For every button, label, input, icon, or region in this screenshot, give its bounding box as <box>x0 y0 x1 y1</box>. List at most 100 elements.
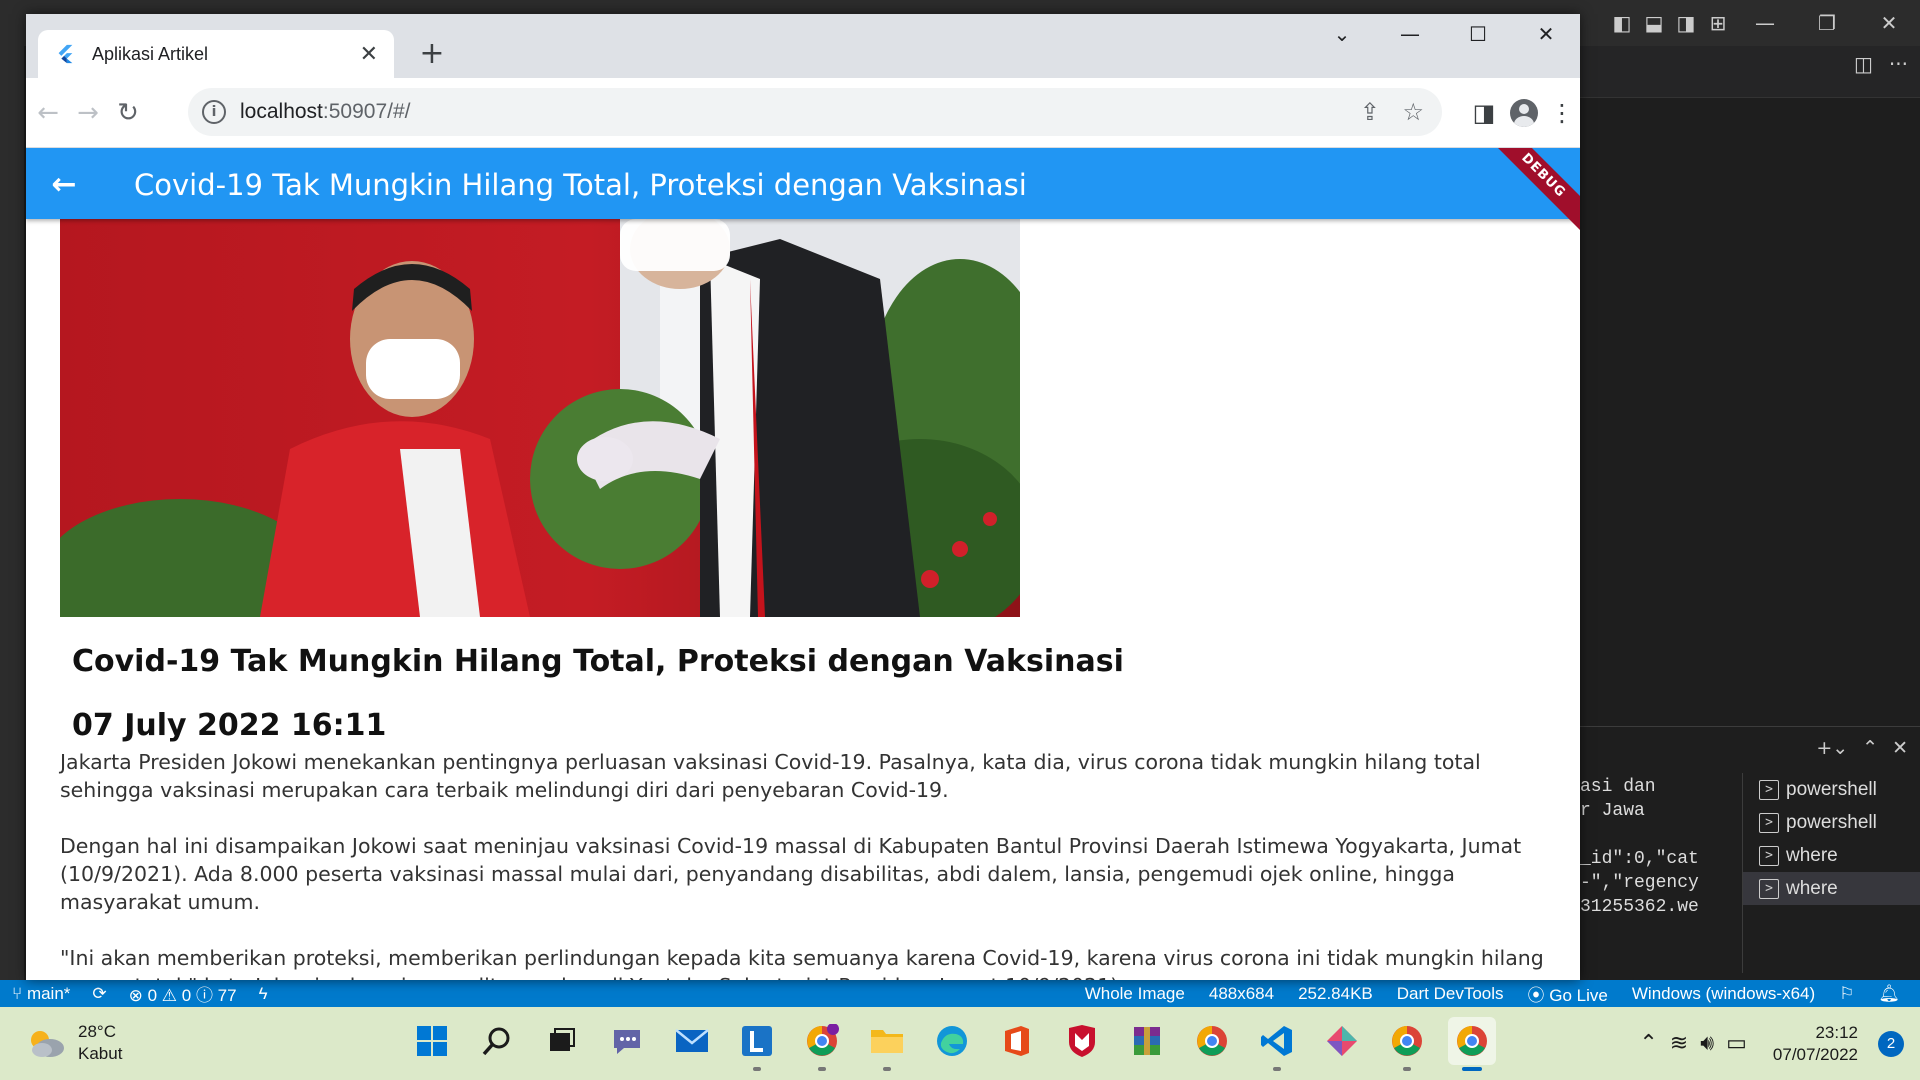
weather-condition: Kabut <box>78 1044 123 1063</box>
close-icon[interactable]: ✕ <box>1858 0 1920 46</box>
lightning-icon[interactable]: ϟ <box>259 984 268 1004</box>
layout-sidebar-icon[interactable]: ◧ <box>1606 0 1638 46</box>
layout-panel-icon[interactable]: ⬓ <box>1638 0 1670 46</box>
shield-icon <box>1069 1025 1095 1057</box>
address-bar[interactable]: i localhost:50907/#/ ⇪ ☆ <box>188 88 1442 136</box>
go-live-button[interactable]: ⦿ Go Live <box>1528 981 1608 1006</box>
problems-status[interactable]: ⊗ 0 ⚠ 0 ⓘ 77 <box>129 981 237 1006</box>
tab-search-icon[interactable]: ⌄ <box>1308 14 1376 54</box>
minimize-icon[interactable]: — <box>1734 0 1796 46</box>
terminal-line: asi dan <box>1580 777 1656 797</box>
profile-avatar-icon <box>1510 99 1538 127</box>
browser-tab[interactable]: Aplikasi Artikel ✕ <box>38 30 394 78</box>
more-actions-icon[interactable]: ··· <box>1889 52 1908 76</box>
image-size-status[interactable]: 488x684 <box>1209 984 1274 1004</box>
minimize-icon[interactable]: — <box>1376 14 1444 54</box>
reload-icon[interactable]: ↻ <box>108 93 148 133</box>
terminal-session-label: powershell <box>1786 778 1877 800</box>
terminal-line: -","regency <box>1580 873 1699 893</box>
search-button[interactable] <box>473 1017 521 1065</box>
file-explorer-app[interactable] <box>863 1017 911 1071</box>
chrome-app[interactable] <box>1188 1017 1236 1065</box>
weather-widget[interactable]: 28°C Kabut <box>26 1021 122 1065</box>
terminal-output[interactable]: asi dan r Jawa _id":0,"cat -","regency 3125… <box>1580 775 1699 919</box>
start-button[interactable] <box>408 1017 456 1065</box>
chrome-app-2[interactable] <box>1383 1017 1431 1071</box>
feedback-icon[interactable]: ⚐ <box>1839 984 1854 1004</box>
chrome-app-active[interactable] <box>1448 1017 1496 1071</box>
terminal-icon: > <box>1759 845 1779 866</box>
battery-icon[interactable]: ▭ <box>1726 1031 1747 1056</box>
back-arrow-icon[interactable]: ← <box>28 93 68 133</box>
search-icon <box>482 1027 510 1056</box>
branch-label: main* <box>26 983 71 1003</box>
chrome-app-profile[interactable] <box>798 1017 846 1071</box>
close-icon[interactable]: ✕ <box>1512 14 1580 54</box>
winrar-app[interactable] <box>1123 1017 1171 1065</box>
article-paragraph: Jakarta Presiden Jokowi menekankan penti… <box>60 750 1481 802</box>
back-arrow-icon[interactable]: ← <box>42 162 86 206</box>
sync-icon[interactable]: ⟳ <box>92 984 106 1004</box>
chevron-up-icon[interactable]: ⌃ <box>1639 1031 1657 1056</box>
vscode-statusbar: ⑂ main* ⟳ ⊗ 0 ⚠ 0 ⓘ 77 ϟ Whole Image 488… <box>0 980 1920 1007</box>
cloudy-weather-icon <box>26 1028 66 1058</box>
terminal-session[interactable]: > powershell <box>1743 773 1920 806</box>
maximize-panel-icon[interactable]: ⌃ <box>1862 737 1878 759</box>
dart-devtools-button[interactable]: Dart DevTools <box>1397 984 1504 1004</box>
share-icon[interactable]: ⇪ <box>1360 98 1380 126</box>
temperature: 28°C <box>78 1022 116 1041</box>
terminal-session[interactable]: > powershell <box>1743 806 1920 839</box>
mail-app[interactable] <box>668 1017 716 1065</box>
task-view-button[interactable] <box>538 1017 586 1065</box>
vscode-activity-bar <box>0 46 24 995</box>
menu-kebab-icon[interactable]: ⋮ <box>1542 93 1580 133</box>
maximize-icon[interactable]: ☐ <box>1444 14 1512 54</box>
terminal-session-label: where <box>1786 844 1838 866</box>
running-indicator <box>883 1067 891 1071</box>
go-live-label: Go Live <box>1549 986 1608 1005</box>
volume-icon[interactable]: 🔊︎ <box>1700 1031 1714 1056</box>
close-tab-icon[interactable]: ✕ <box>360 42 378 67</box>
terminal-session[interactable]: > where <box>1743 839 1920 872</box>
file-size-status[interactable]: 252.84KB <box>1298 984 1373 1004</box>
new-tab-button[interactable]: + <box>414 36 450 72</box>
terminal-icon: > <box>1759 779 1779 800</box>
edge-app[interactable] <box>928 1017 976 1065</box>
article-image <box>60 219 1020 617</box>
article-date: 07 July 2022 16:11 <box>72 708 387 743</box>
git-app[interactable] <box>1318 1017 1366 1065</box>
teams-chat-app[interactable] <box>603 1017 651 1065</box>
new-terminal-icon[interactable]: +⌄ <box>1816 737 1848 759</box>
branch-status[interactable]: ⑂ main* <box>12 984 70 1004</box>
mcafee-app[interactable] <box>1058 1017 1106 1065</box>
article-photo <box>60 219 1020 617</box>
close-panel-icon[interactable]: ✕ <box>1892 737 1908 759</box>
device-status[interactable]: Windows (windows-x64) <box>1632 984 1815 1004</box>
site-info-icon[interactable]: i <box>202 100 226 124</box>
windows-logo-icon <box>417 1026 447 1056</box>
terminal-session[interactable]: > where <box>1743 872 1920 905</box>
customize-layout-icon[interactable]: ⊞ <box>1702 0 1734 46</box>
chrome-icon <box>1392 1026 1422 1056</box>
wifi-icon[interactable]: ≋ <box>1670 1031 1688 1056</box>
side-panel-icon[interactable]: ◨ <box>1464 93 1504 133</box>
bell-icon[interactable]: 🔔︎ <box>1878 984 1900 1004</box>
notification-badge[interactable]: 2 <box>1878 1030 1904 1057</box>
profile-button[interactable] <box>1504 93 1544 133</box>
image-mode-status[interactable]: Whole Image <box>1085 984 1185 1004</box>
clock[interactable]: 23:12 07/07/2022 <box>1773 1022 1858 1066</box>
l-app[interactable] <box>733 1017 781 1071</box>
chrome-icon <box>1197 1026 1227 1056</box>
restore-icon[interactable]: ❐ <box>1796 0 1858 46</box>
terminal-line: r Jawa <box>1580 801 1645 821</box>
url-text[interactable]: localhost:50907/#/ <box>240 100 410 124</box>
split-editor-icon[interactable]: ◫ <box>1854 52 1873 76</box>
edge-icon <box>937 1026 967 1056</box>
bookmark-star-icon[interactable]: ☆ <box>1402 98 1424 126</box>
vscode-app[interactable] <box>1253 1017 1301 1071</box>
office-app[interactable] <box>993 1017 1041 1065</box>
appbar-title: Covid-19 Tak Mungkin Hilang Total, Prote… <box>134 168 1027 202</box>
layout-secondary-icon[interactable]: ◨ <box>1670 0 1702 46</box>
forward-arrow-icon[interactable]: → <box>68 93 108 133</box>
